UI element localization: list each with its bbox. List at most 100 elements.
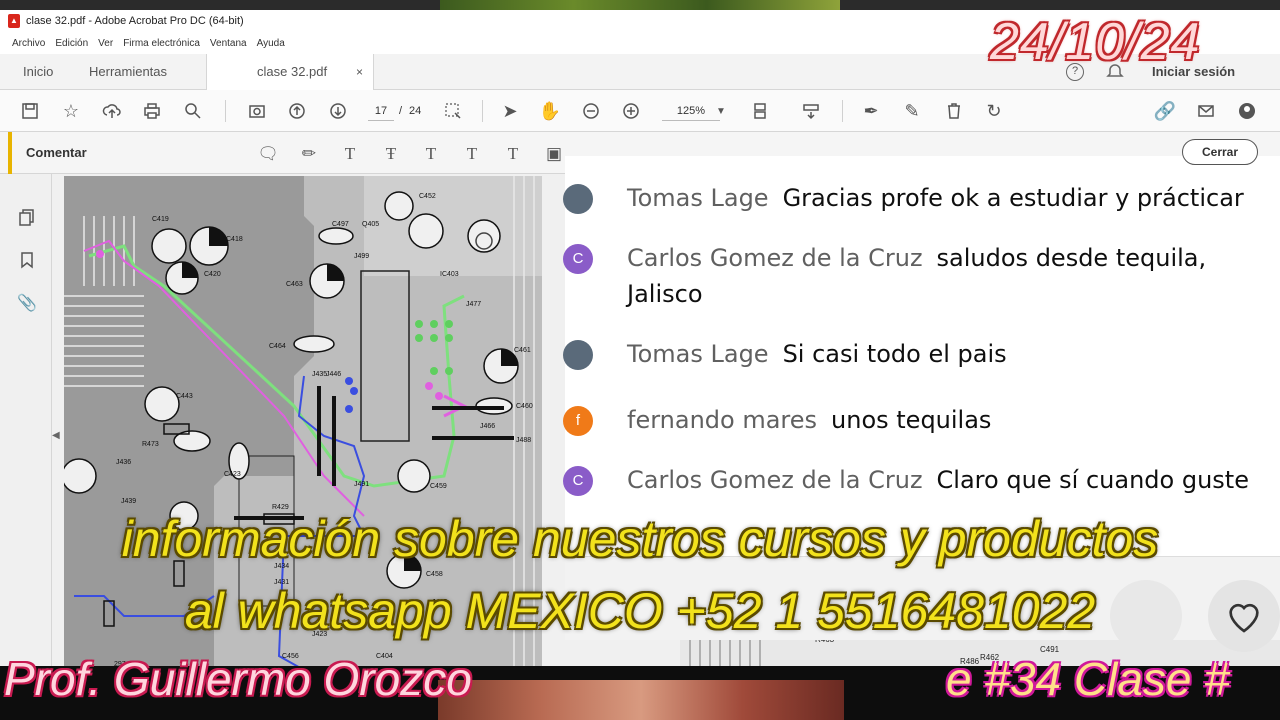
pages-thumbnail-icon[interactable] — [16, 206, 38, 228]
svg-text:C464: C464 — [269, 343, 286, 350]
star-icon[interactable]: ☆ — [58, 98, 84, 124]
save-icon[interactable] — [17, 98, 43, 124]
menu-ayuda[interactable]: Ayuda — [257, 38, 285, 49]
backdrop-hand — [438, 680, 844, 720]
print-icon[interactable] — [139, 98, 165, 124]
insert-text-icon[interactable]: T — [461, 143, 483, 165]
menu-ver[interactable]: Ver — [98, 38, 113, 49]
avatar: f — [563, 406, 593, 436]
chat-text: Claro que sí cuando guste — [936, 466, 1249, 494]
svg-text:J435: J435 — [312, 371, 327, 378]
main-toolbar: ☆ 17 / 24 ➤ ✋ 125% ▼ ✒ ✎ ↻ 🔗 — [0, 90, 1280, 132]
chat-author: fernando mares — [627, 406, 818, 434]
svg-text:J499: J499 — [354, 253, 369, 260]
zoom-out-icon[interactable] — [578, 98, 604, 124]
svg-text:C460: C460 — [516, 403, 533, 410]
pdf-file-icon: ▲ — [8, 14, 20, 28]
svg-text:J439: J439 — [121, 498, 136, 505]
svg-text:J466: J466 — [480, 423, 495, 430]
zoom-in-icon[interactable] — [618, 98, 644, 124]
page-number-input[interactable]: 17 — [368, 101, 394, 121]
svg-text:IC403: IC403 — [440, 271, 459, 278]
svg-text:C419: C419 — [152, 216, 169, 223]
share-user-icon[interactable] — [1234, 98, 1260, 124]
avatar: C — [563, 244, 593, 274]
mail-icon[interactable] — [1193, 98, 1219, 124]
svg-text:C461: C461 — [514, 347, 531, 354]
svg-text:J488: J488 — [516, 437, 531, 444]
svg-text:C418: C418 — [226, 236, 243, 243]
svg-text:J491: J491 — [354, 481, 369, 488]
svg-text:C443: C443 — [176, 393, 193, 400]
date-overlay: 24/10/24 — [990, 13, 1201, 71]
svg-text:C463: C463 — [286, 281, 303, 288]
chat-author: Carlos Gomez de la Cruz — [627, 466, 923, 494]
zoom-dropdown-icon[interactable]: ▼ — [708, 98, 734, 124]
menu-firma[interactable]: Firma electrónica — [123, 38, 200, 49]
close-comment-button[interactable]: Cerrar — [1182, 139, 1258, 165]
text-underline-icon[interactable]: T — [339, 143, 361, 165]
backdrop-plant — [440, 0, 840, 10]
strikethrough-icon[interactable]: Ŧ — [380, 143, 402, 165]
svg-text:C458: C458 — [426, 571, 443, 578]
professor-name: Prof. Guillermo Orozco — [4, 653, 472, 705]
replace-text-icon[interactable]: T — [420, 143, 442, 165]
sticky-note-icon[interactable]: 🗨 — [257, 143, 279, 165]
chat-author: Carlos Gomez de la Cruz — [627, 244, 923, 272]
tab-close-icon[interactable]: × — [356, 54, 363, 90]
attachment-icon[interactable]: 📎 — [16, 292, 38, 314]
svg-text:R473: R473 — [142, 441, 159, 448]
avatar: C — [563, 466, 593, 496]
add-text-icon[interactable]: T — [502, 143, 524, 165]
window-title: clase 32.pdf - Adobe Acrobat Pro DC (64-… — [26, 15, 244, 27]
chat-text: Gracias profe ok a estudiar y prácticar — [782, 184, 1244, 212]
text-box-icon[interactable]: ▣ — [543, 143, 565, 165]
page-up-icon[interactable] — [284, 98, 310, 124]
page-separator: / — [399, 105, 403, 117]
svg-text:Q405: Q405 — [362, 221, 379, 228]
tab-document[interactable]: clase 32.pdf — [206, 54, 374, 91]
chat-author: Tomas Lage — [627, 340, 769, 368]
svg-text:J477: J477 — [466, 301, 481, 308]
menu-archivo[interactable]: Archivo — [12, 38, 45, 49]
pointer-icon[interactable]: ➤ — [497, 98, 523, 124]
scroll-mode-icon[interactable] — [798, 98, 824, 124]
comment-accent-bar — [8, 132, 12, 174]
avatar — [563, 184, 593, 214]
menu-ventana[interactable]: Ventana — [210, 38, 247, 49]
bookmark-icon[interactable] — [16, 249, 38, 271]
link-icon[interactable]: 🔗 — [1152, 98, 1178, 124]
tab-inicio[interactable]: Inicio — [23, 54, 53, 90]
chat-text: unos tequilas — [831, 406, 992, 434]
hand-icon[interactable]: ✋ — [537, 98, 563, 124]
avatar — [563, 340, 593, 370]
comment-label: Comentar — [26, 145, 87, 160]
highlight-icon[interactable]: ✏ — [298, 143, 320, 165]
page-down-icon[interactable] — [325, 98, 351, 124]
svg-text:J436: J436 — [116, 459, 131, 466]
page-layout-icon[interactable] — [748, 98, 774, 124]
chat-author: Tomas Lage — [627, 184, 769, 212]
page-total: 24 — [409, 105, 422, 117]
rotate-icon[interactable]: ↻ — [981, 98, 1007, 124]
chat-text: Si casi todo el pais — [782, 340, 1007, 368]
search-icon[interactable] — [180, 98, 206, 124]
svg-text:C420: C420 — [204, 271, 221, 278]
trash-icon[interactable] — [941, 98, 967, 124]
svg-text:C423: C423 — [224, 471, 241, 478]
svg-text:C459: C459 — [430, 483, 447, 490]
svg-text:C452: C452 — [419, 193, 436, 200]
class-label: e #34 Clase # — [946, 653, 1230, 705]
svg-text:J446: J446 — [326, 371, 341, 378]
svg-text:C497: C497 — [332, 221, 349, 228]
select-icon[interactable] — [440, 98, 466, 124]
panel-collapse-icon[interactable]: ◀ — [52, 430, 64, 450]
promo-banner-line1: información sobre nuestros cursos y prod… — [121, 511, 1159, 567]
edit-pdf-icon[interactable]: ✎ — [899, 98, 925, 124]
tab-herramientas[interactable]: Herramientas — [89, 54, 167, 90]
snapshot-icon[interactable] — [244, 98, 270, 124]
menu-edicion[interactable]: Edición — [55, 38, 88, 49]
live-chat-panel: Tomas Lage Gracias profe ok a estudiar y … — [563, 156, 1280, 556]
sign-pen-icon[interactable]: ✒ — [858, 98, 884, 124]
upload-icon[interactable] — [99, 98, 125, 124]
